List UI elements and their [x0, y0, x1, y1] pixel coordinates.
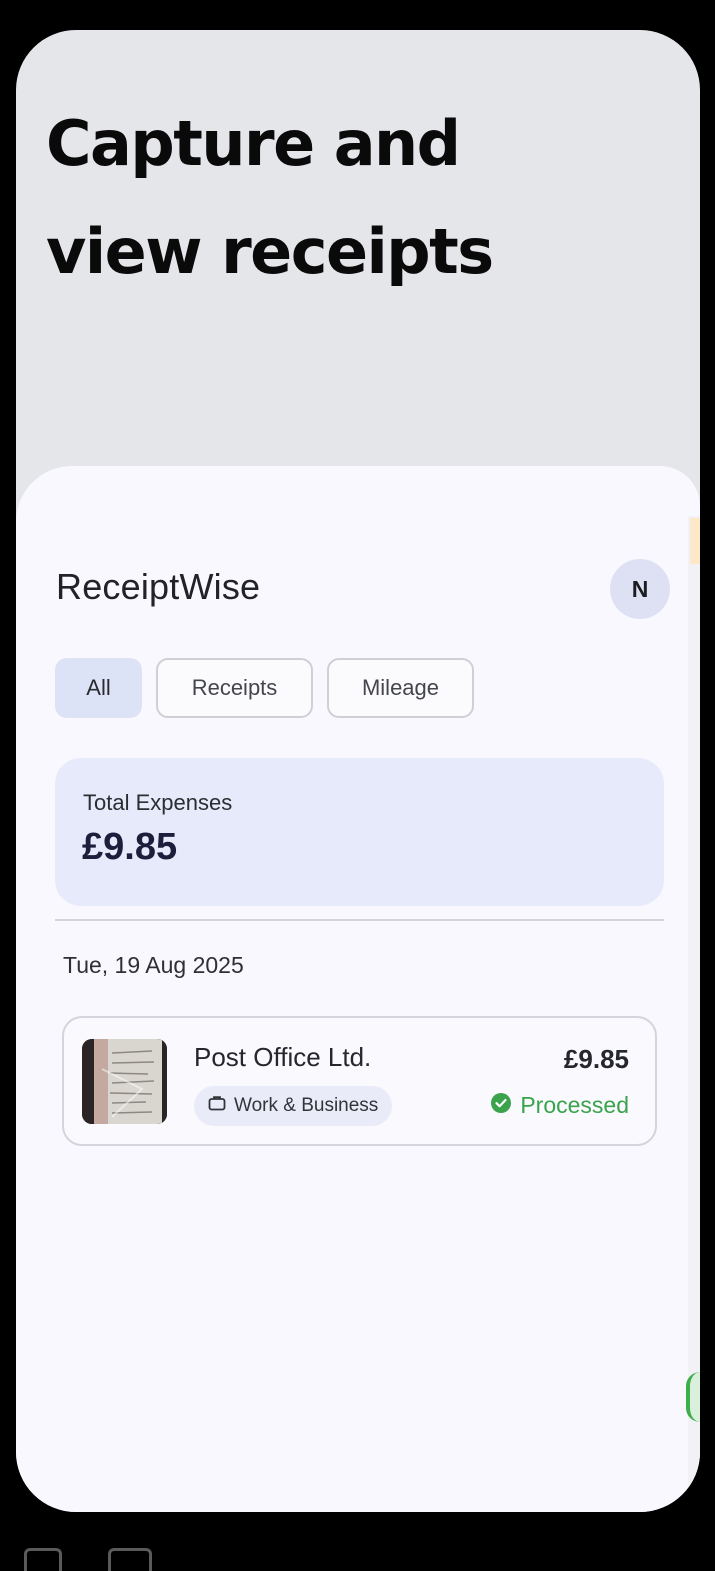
headline-line-1: Capture and [46, 107, 461, 180]
tab-mileage[interactable]: Mileage [327, 658, 474, 718]
total-expenses-card: Total Expenses £9.85 [55, 758, 664, 906]
adjacent-screen-edge [688, 516, 700, 1496]
receipt-amount: £9.85 [563, 1044, 629, 1074]
total-expenses-value: £9.85 [82, 826, 178, 868]
app-screen: ReceiptWise N All Receipts Mileage Total… [16, 466, 700, 1512]
adjacent-screen-button [686, 1372, 700, 1422]
headline-line-2: view receipts [46, 215, 494, 288]
status-label: Processed [520, 1092, 629, 1118]
receipt-list-item[interactable]: Post Office Ltd. Work & Business £9.85 P… [62, 1016, 657, 1146]
date-group-header: Tue, 19 Aug 2025 [63, 952, 244, 978]
promo-card: Capture and view receipts ReceiptWise N A… [16, 30, 700, 1512]
category-tag: Work & Business [194, 1086, 393, 1126]
merchant-name: Post Office Ltd. [194, 1042, 372, 1072]
divider [55, 919, 664, 921]
avatar[interactable]: N [610, 559, 670, 619]
category-label: Work & Business [234, 1095, 379, 1116]
status-badge: Processed [491, 1092, 629, 1119]
tab-all[interactable]: All [55, 658, 142, 718]
app-title: ReceiptWise [56, 566, 261, 607]
tab-receipts[interactable]: Receipts [156, 658, 313, 718]
receipt-thumbnail [82, 1039, 167, 1124]
filter-tabs: All Receipts Mileage [55, 658, 474, 718]
total-expenses-label: Total Expenses [83, 790, 233, 815]
adjacent-screen-accent [690, 518, 700, 564]
promo-headline: Capture and view receipts [46, 90, 646, 306]
briefcase-icon [208, 1095, 226, 1117]
check-circle-icon [491, 1092, 512, 1119]
